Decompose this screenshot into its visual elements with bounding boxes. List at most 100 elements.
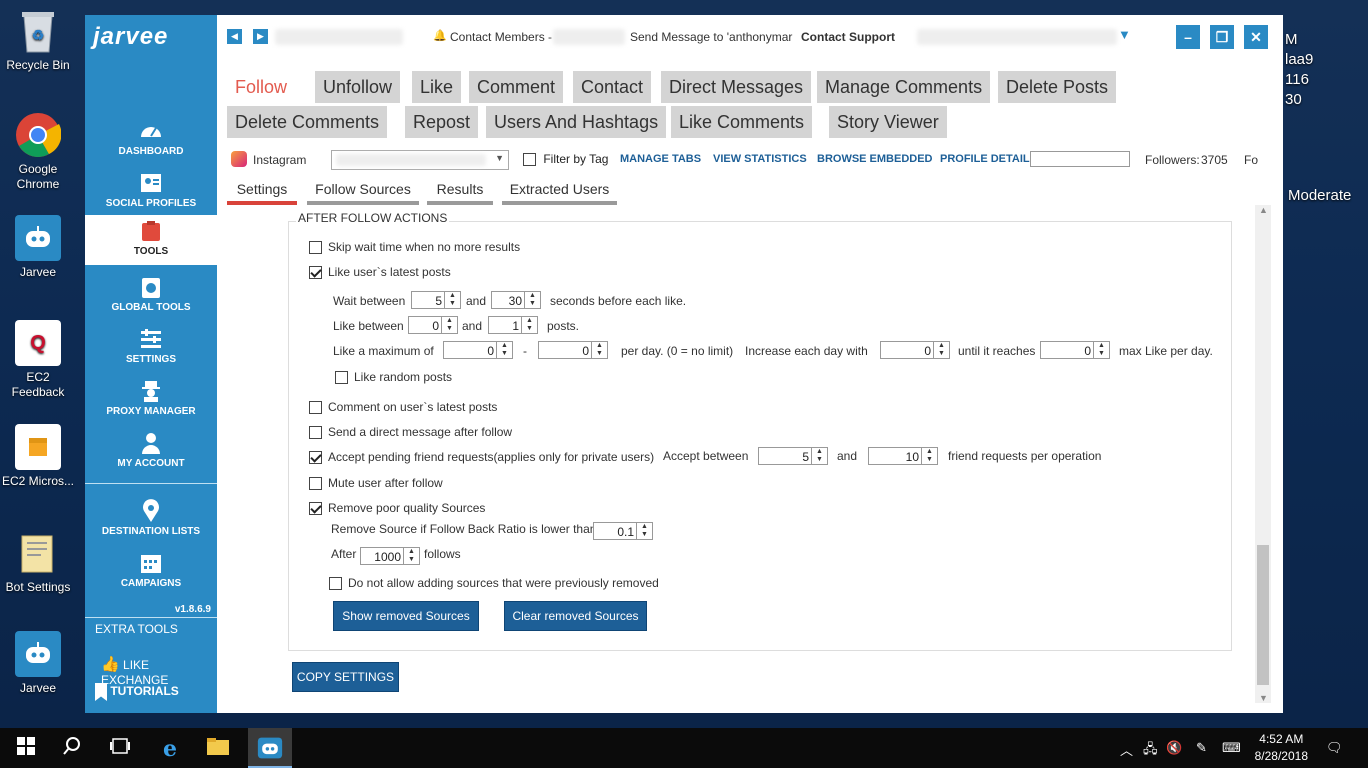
- pen-icon[interactable]: ✎: [1196, 740, 1207, 756]
- after-follows-stepper[interactable]: 1000 ▲ ▼: [360, 547, 420, 565]
- copy-settings-button[interactable]: COPY SETTINGS: [292, 662, 399, 692]
- subtab-extracted-users[interactable]: Extracted Users: [502, 181, 617, 205]
- chevron-up-icon[interactable]: ︿: [1120, 740, 1133, 759]
- comment-latest-checkbox[interactable]: Comment on user`s latest posts: [309, 400, 497, 415]
- keyboard-icon[interactable]: ⌨: [1222, 740, 1241, 756]
- tab-repost[interactable]: Repost: [405, 106, 479, 138]
- tab-manage-comments[interactable]: Manage Comments: [817, 71, 991, 103]
- until-reaches-stepper[interactable]: 0 ▲ ▼: [1040, 341, 1110, 359]
- scrollbar-thumb[interactable]: [1257, 545, 1269, 685]
- stepper-arrows-icon[interactable]: ▲ ▼: [636, 523, 652, 539]
- subtab-settings[interactable]: Settings: [227, 181, 297, 205]
- skip-wait-checkbox[interactable]: Skip wait time when no more results: [309, 240, 520, 255]
- accept-max-stepper[interactable]: 10 ▲ ▼: [868, 447, 938, 465]
- stepper-arrows-icon[interactable]: ▲ ▼: [1093, 342, 1109, 358]
- subtab-follow-sources[interactable]: Follow Sources: [307, 181, 419, 205]
- like-latest-checkbox[interactable]: Like user`s latest posts: [309, 265, 451, 280]
- nav-dashboard[interactable]: DASHBOARD: [85, 119, 217, 171]
- tab-direct-messages[interactable]: Direct Messages: [661, 71, 812, 103]
- show-removed-sources-button[interactable]: Show removed Sources: [333, 601, 479, 631]
- vertical-scrollbar[interactable]: ▲ ▼: [1255, 205, 1271, 703]
- contact-support-link[interactable]: Contact Support: [801, 30, 895, 44]
- volume-muted-icon[interactable]: 🔇: [1166, 740, 1182, 756]
- stepper-arrows-icon[interactable]: ▲ ▼: [403, 548, 419, 564]
- wait-min-stepper[interactable]: 5 ▲ ▼: [411, 291, 461, 309]
- tab-delete-comments[interactable]: Delete Comments: [227, 106, 388, 138]
- restore-icon[interactable]: ❐: [1210, 25, 1234, 49]
- jarvee-taskbar-icon[interactable]: [248, 728, 292, 768]
- nav-my-account[interactable]: MY ACCOUNT: [85, 431, 217, 483]
- stepper-arrows-icon[interactable]: ▲ ▼: [521, 317, 537, 333]
- stepper-arrows-icon[interactable]: ▲ ▼: [524, 292, 540, 308]
- nav-global-tools[interactable]: GLOBAL TOOLS: [85, 275, 217, 327]
- tab-unfollow[interactable]: Unfollow: [315, 71, 401, 103]
- nav-proxy-manager[interactable]: PROXY MANAGER: [85, 379, 217, 431]
- follow-back-ratio-stepper[interactable]: 0.1 ▲ ▼: [593, 522, 653, 540]
- wait-max-stepper[interactable]: 30 ▲ ▼: [491, 291, 541, 309]
- do-not-allow-checkbox[interactable]: Do not allow adding sources that were pr…: [329, 576, 659, 591]
- increase-stepper[interactable]: 0 ▲ ▼: [880, 341, 950, 359]
- tab-delete-posts[interactable]: Delete Posts: [998, 71, 1117, 103]
- stepper-arrows-icon[interactable]: ▲ ▼: [444, 292, 460, 308]
- stepper-arrows-icon[interactable]: ▲ ▼: [441, 317, 457, 333]
- close-icon[interactable]: ✕: [1244, 25, 1268, 49]
- tab-story-viewer[interactable]: Story Viewer: [829, 106, 947, 138]
- back-arrow-icon[interactable]: ◀: [227, 29, 242, 44]
- tab-contact[interactable]: Contact: [573, 71, 652, 103]
- scroll-up-icon[interactable]: ▲: [1259, 205, 1268, 215]
- filter-by-tag-checkbox[interactable]: Filter by Tag: [523, 152, 608, 167]
- send-dm-checkbox[interactable]: Send a direct message after follow: [309, 425, 512, 440]
- view-statistics-link[interactable]: VIEW STATISTICS: [713, 153, 807, 165]
- desktop-icon-chrome[interactable]: Google Chrome: [0, 112, 76, 192]
- account-select[interactable]: ▼: [331, 150, 509, 170]
- subtab-results[interactable]: Results: [427, 181, 493, 205]
- stepper-arrows-icon[interactable]: ▲ ▼: [591, 342, 607, 358]
- stepper-arrows-icon[interactable]: ▲ ▼: [921, 448, 937, 464]
- desktop-icon-jarvee-2[interactable]: Jarvee: [0, 631, 76, 696]
- stepper-arrows-icon[interactable]: ▲ ▼: [496, 342, 512, 358]
- windows-start-icon[interactable]: [14, 736, 38, 760]
- desktop-icon-ec2-micros[interactable]: EC2 Micros...: [0, 424, 76, 489]
- desktop-icon-bot-settings[interactable]: Bot Settings: [0, 530, 76, 595]
- max-likes-a-stepper[interactable]: 0 ▲ ▼: [443, 341, 513, 359]
- search-icon[interactable]: [60, 736, 84, 760]
- nav-settings[interactable]: SETTINGS: [85, 327, 217, 379]
- internet-explorer-icon[interactable]: e: [158, 736, 182, 762]
- browse-embedded-link[interactable]: BROWSE EMBEDDED: [817, 153, 933, 165]
- accept-min-stepper[interactable]: 5 ▲ ▼: [758, 447, 828, 465]
- stepper-arrows-icon[interactable]: ▲ ▼: [811, 448, 827, 464]
- tab-users-and-hashtags[interactable]: Users And Hashtags: [486, 106, 667, 138]
- mute-user-checkbox[interactable]: Mute user after follow: [309, 476, 443, 491]
- scroll-down-icon[interactable]: ▼: [1259, 693, 1268, 703]
- network-icon[interactable]: 🖧: [1143, 740, 1158, 762]
- profile-details-link[interactable]: PROFILE DETAILS: [940, 153, 1037, 165]
- forward-arrow-icon[interactable]: ▶: [253, 29, 268, 44]
- minimize-icon[interactable]: –: [1176, 25, 1200, 49]
- stepper-arrows-icon[interactable]: ▲ ▼: [933, 342, 949, 358]
- tutorials-link[interactable]: TUTORIALS: [95, 683, 179, 701]
- remove-poor-checkbox[interactable]: Remove poor quality Sources: [309, 501, 485, 516]
- tab-like-comments[interactable]: Like Comments: [671, 106, 813, 138]
- nav-tools[interactable]: TOOLS: [85, 215, 217, 265]
- like-min-stepper[interactable]: 0 ▲ ▼: [408, 316, 458, 334]
- nav-campaigns[interactable]: CAMPAIGNS: [85, 551, 217, 603]
- clock[interactable]: 4:52 AM 8/28/2018: [1255, 731, 1308, 765]
- tab-like[interactable]: Like: [412, 71, 462, 103]
- like-random-checkbox[interactable]: Like random posts: [335, 370, 452, 385]
- manage-tabs-link[interactable]: MANAGE TABS: [620, 153, 701, 165]
- nav-destination-lists[interactable]: DESTINATION LISTS: [85, 499, 217, 551]
- task-view-icon[interactable]: [108, 736, 132, 760]
- max-likes-b-stepper[interactable]: 0 ▲ ▼: [538, 341, 608, 359]
- accept-pending-checkbox[interactable]: Accept pending friend requests(applies o…: [309, 450, 654, 465]
- dropdown-triangle-icon[interactable]: ▼: [1118, 27, 1131, 42]
- desktop-icon-recycle-bin[interactable]: ♻ Recycle Bin: [0, 8, 76, 73]
- tab-comment[interactable]: Comment: [469, 71, 564, 103]
- file-explorer-icon[interactable]: [206, 736, 230, 760]
- tab-follow[interactable]: Follow: [227, 71, 296, 103]
- clear-removed-sources-button[interactable]: Clear removed Sources: [504, 601, 647, 631]
- desktop-icon-jarvee[interactable]: Jarvee: [0, 215, 76, 280]
- desktop-icon-ec2-feedback[interactable]: Q EC2 Feedback: [0, 320, 76, 400]
- profile-details-field[interactable]: [1030, 151, 1130, 167]
- notifications-icon[interactable]: 🗨: [1326, 740, 1343, 756]
- like-max-stepper[interactable]: 1 ▲ ▼: [488, 316, 538, 334]
